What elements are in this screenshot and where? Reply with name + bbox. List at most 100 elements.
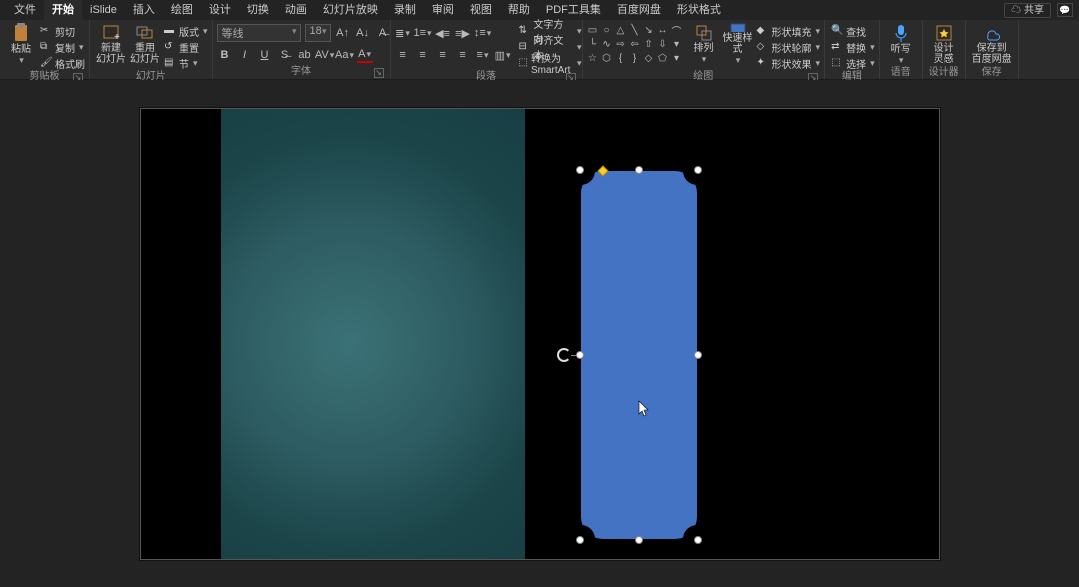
menu-shape-format[interactable]: 形状格式 xyxy=(669,0,729,20)
align-justify-icon[interactable]: ≡ xyxy=(455,48,471,62)
case-icon[interactable]: Aa▾ xyxy=(337,47,353,63)
shadow-icon[interactable]: ab xyxy=(297,47,313,63)
font-color-icon[interactable]: A▾ xyxy=(357,47,373,63)
save-to-baidu-button[interactable]: 保存到 百度网盘 xyxy=(970,22,1014,66)
increase-font-icon[interactable]: A↑ xyxy=(335,25,351,41)
copy-button[interactable]: ⧉复制▾ xyxy=(40,40,85,54)
shape-callout-icon[interactable]: ◇ xyxy=(643,52,655,64)
shape-curve-icon[interactable]: ∿ xyxy=(601,38,613,50)
menu-islide[interactable]: iSlide xyxy=(82,0,125,20)
new-slide-button[interactable]: + 新建 幻灯片 xyxy=(94,22,128,66)
find-button[interactable]: 🔍查找 xyxy=(831,24,875,38)
align-left-icon[interactable]: ≡ xyxy=(395,48,411,62)
shape-gallery[interactable]: ▭ ○ △ ╲ ↘ ↔ ⌒ └ ∿ ⇨ ⇦ ⇧ ⇩ ▾ ☆ ⬡ { } ◇ ⬠ xyxy=(587,22,683,64)
format-painter-button[interactable]: 🖌格式刷 xyxy=(40,56,85,70)
menu-help[interactable]: 帮助 xyxy=(500,0,538,20)
bold-icon[interactable]: B xyxy=(217,47,233,63)
line-spacing-icon[interactable]: ↕≡▾ xyxy=(475,26,491,40)
resize-handle-tl[interactable] xyxy=(576,166,584,174)
shape-darrow-icon[interactable]: ↔ xyxy=(657,24,669,36)
menu-insert[interactable]: 插入 xyxy=(125,0,163,20)
menu-transitions[interactable]: 切换 xyxy=(239,0,277,20)
columns-icon[interactable]: ▥▾ xyxy=(495,48,511,62)
resize-handle-tm[interactable] xyxy=(635,166,643,174)
menu-animations[interactable]: 动画 xyxy=(277,0,315,20)
paste-button[interactable]: 粘贴▾ xyxy=(4,22,38,66)
shape-triangle-icon[interactable]: △ xyxy=(615,24,627,36)
indent-inc-icon[interactable]: ≡▶ xyxy=(455,26,471,40)
shape-hex-icon[interactable]: ⬡ xyxy=(601,52,613,64)
layout-button[interactable]: ▬版式▾ xyxy=(164,24,208,38)
comments-button[interactable]: 💬 xyxy=(1057,3,1073,17)
menu-baidu[interactable]: 百度网盘 xyxy=(609,0,669,20)
shape-larrow-icon[interactable]: ⇦ xyxy=(629,38,641,50)
clear-format-icon[interactable]: A̶ xyxy=(375,25,391,41)
shape-brace-r-icon[interactable]: } xyxy=(629,52,641,64)
menu-design[interactable]: 设计 xyxy=(201,0,239,20)
menu-review[interactable]: 审阅 xyxy=(424,0,462,20)
align-right-icon[interactable]: ≡ xyxy=(435,48,451,62)
decrease-font-icon[interactable]: A↓ xyxy=(355,25,371,41)
shape-outline-button[interactable]: ◇形状轮廓▾ xyxy=(757,40,821,54)
align-dist-icon[interactable]: ≡▾ xyxy=(475,48,491,62)
font-name-select[interactable]: 等线 xyxy=(217,24,301,42)
resize-handle-mr[interactable] xyxy=(694,351,702,359)
numbering-icon[interactable]: 1≡▾ xyxy=(415,26,431,40)
menu-draw[interactable]: 绘图 xyxy=(163,0,201,20)
shape-more-ud-icon[interactable]: ▾ xyxy=(671,38,683,50)
font-launcher[interactable]: ↘ xyxy=(374,68,384,78)
shape-rarrow-icon[interactable]: ⇨ xyxy=(615,38,627,50)
replace-button[interactable]: ⇄替换▾ xyxy=(831,40,875,54)
menu-home[interactable]: 开始 xyxy=(44,0,82,20)
bullets-icon[interactable]: ≣▾ xyxy=(395,26,411,40)
spacing-icon[interactable]: AV▾ xyxy=(317,47,333,63)
shape-arrow-icon[interactable]: ↘ xyxy=(643,24,655,36)
shape-effects-button[interactable]: ✦形状效果▾ xyxy=(757,56,821,70)
shape-more-icon[interactable]: ▾ xyxy=(671,52,683,64)
align-center-icon[interactable]: ≡ xyxy=(415,48,431,62)
quick-styles-button[interactable]: 快速样式▾ xyxy=(721,22,755,66)
italic-icon[interactable]: I xyxy=(237,47,253,63)
smartart-button[interactable]: ⬚转换为 SmartArt▾ xyxy=(519,56,582,70)
menu-slideshow[interactable]: 幻灯片放映 xyxy=(315,0,386,20)
resize-handle-bm[interactable] xyxy=(635,536,643,544)
selected-shape[interactable] xyxy=(581,171,697,539)
menu-record[interactable]: 录制 xyxy=(386,0,424,20)
underline-icon[interactable]: U xyxy=(257,47,273,63)
shape-rect-icon[interactable]: ▭ xyxy=(587,24,599,36)
arrange-button[interactable]: 排列▾ xyxy=(687,22,721,66)
rounded-rect-shape[interactable] xyxy=(581,171,697,539)
font-size-select[interactable]: 18 xyxy=(305,24,331,42)
shape-pent-icon[interactable]: ⬠ xyxy=(657,52,669,64)
resize-handle-ml[interactable] xyxy=(576,351,584,359)
find-label: 查找 xyxy=(846,24,866,39)
reset-button[interactable]: ↺重置 xyxy=(164,40,208,54)
menu-view[interactable]: 视图 xyxy=(462,0,500,20)
shape-brace-l-icon[interactable]: { xyxy=(615,52,627,64)
strike-icon[interactable]: S̶ xyxy=(277,47,293,63)
shape-elbow-icon[interactable]: └ xyxy=(587,38,599,50)
shape-star-icon[interactable]: ☆ xyxy=(587,52,599,64)
slide-canvas[interactable] xyxy=(140,108,940,560)
dictate-button[interactable]: 听写▾ xyxy=(884,22,918,66)
resize-handle-bl[interactable] xyxy=(576,536,584,544)
resize-handle-tr[interactable] xyxy=(694,166,702,174)
shape-text-icon[interactable]: ⌒ xyxy=(671,24,683,36)
design-ideas-button[interactable]: 设计 灵感 xyxy=(927,22,961,66)
shape-circle-icon[interactable]: ○ xyxy=(601,24,613,36)
slide-workspace[interactable] xyxy=(0,80,1079,587)
indent-dec-icon[interactable]: ◀≡ xyxy=(435,26,451,40)
shape-line-icon[interactable]: ╲ xyxy=(629,24,641,36)
reuse-slide-button[interactable]: 重用 幻灯片 xyxy=(128,22,162,66)
menu-file[interactable]: 文件 xyxy=(6,0,44,20)
rotate-handle[interactable] xyxy=(557,348,571,362)
section-button[interactable]: ▤节▾ xyxy=(164,56,208,70)
share-button[interactable]: ☁ 共享 xyxy=(1004,3,1051,18)
resize-handle-br[interactable] xyxy=(694,536,702,544)
shape-uarrow-icon[interactable]: ⇧ xyxy=(643,38,655,50)
save-to-label: 保存到 百度网盘 xyxy=(972,43,1012,65)
select-button[interactable]: ⬚选择▾ xyxy=(831,56,875,70)
cut-button[interactable]: ✂剪切 xyxy=(40,24,85,38)
shape-darrow2-icon[interactable]: ⇩ xyxy=(657,38,669,50)
shape-fill-button[interactable]: ◆形状填充▾ xyxy=(757,24,821,38)
